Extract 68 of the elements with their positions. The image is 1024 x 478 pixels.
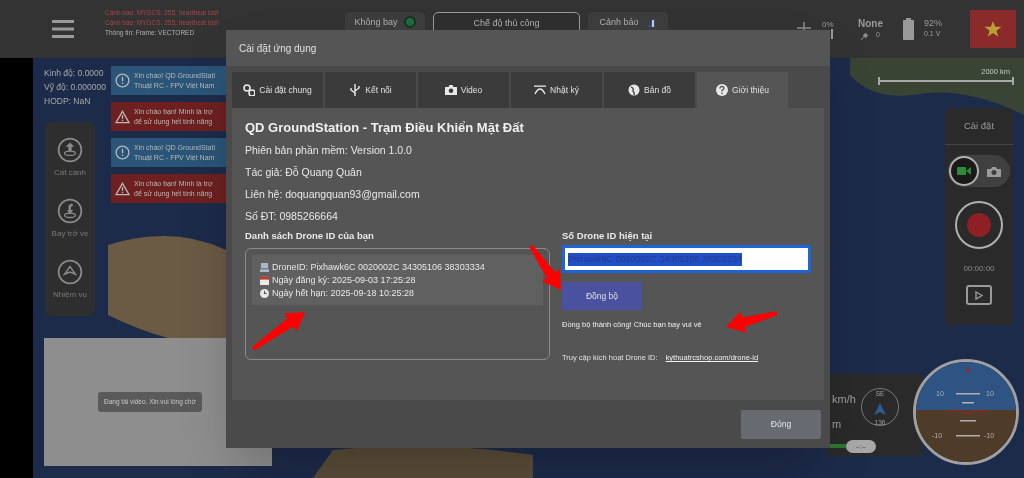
camera-settings-button[interactable]: Cài đặt: [945, 108, 1013, 145]
scale-bar-icon: [878, 77, 1014, 86]
heading-arrow-icon: [874, 402, 886, 415]
gps-fix: None: [858, 17, 883, 30]
tab[interactable]: Bản đồ: [604, 72, 695, 108]
sync-button[interactable]: Đồng bộ: [562, 282, 642, 310]
drone-detail: DroneID: Pixhawk6C 0020002C 34305106 38303334: [272, 261, 485, 273]
plane-icon[interactable]: [57, 258, 83, 285]
info-icon: [115, 145, 130, 160]
video-mode-button[interactable]: [949, 156, 979, 186]
tab[interactable]: Video: [418, 72, 509, 108]
drone-detail: Ngày hết hạn: 2025-09-18 10:25:28: [272, 287, 415, 299]
tab[interactable]: Nhật ký: [511, 72, 602, 108]
clock-icon: [260, 288, 269, 298]
action-button[interactable]: Nhiệm vụ: [53, 258, 87, 301]
star-icon: [984, 20, 1002, 38]
action-button[interactable]: Bay trở về: [51, 198, 89, 240]
curve-icon: [534, 84, 547, 96]
record-button[interactable]: [955, 201, 1003, 249]
takeoff-icon[interactable]: [57, 137, 83, 164]
language-button[interactable]: [970, 10, 1016, 48]
section-title: Số Drone ID hiện tại: [562, 230, 654, 242]
speed-unit: km/h: [832, 392, 856, 407]
status-dot-icon: [403, 16, 416, 28]
info-text: Phiên bản phần mềm: Version 1.0.0: [245, 143, 413, 158]
tab[interactable]: Cài đặt chung: [232, 72, 323, 108]
gears-icon: [243, 84, 256, 96]
globe-icon: [628, 84, 640, 96]
info-text: Số ĐT: 0985266664: [245, 209, 339, 224]
play-icon[interactable]: [975, 290, 983, 300]
info-text: Tác giả: Đỗ Quang Quân: [245, 165, 363, 180]
section-title: Danh sách Drone ID của bạn: [245, 230, 375, 242]
computer-icon: [260, 262, 269, 272]
return-icon[interactable]: [57, 198, 83, 224]
position-reading: Kinh độ: 0.0000: [44, 67, 104, 80]
recording-timer: 00:00:00: [963, 263, 995, 275]
tab[interactable]: Kết nối: [325, 72, 416, 108]
info-icon: [115, 73, 130, 88]
menu-icon[interactable]: [52, 20, 74, 38]
video-camera-icon[interactable]: [957, 166, 971, 176]
info-text: Liên hệ: doquangquan93@gmail.com: [245, 187, 421, 202]
battery-icon: [903, 18, 914, 40]
camera-icon: [444, 84, 457, 96]
usb-icon: [349, 84, 362, 96]
altitude-unit: m: [832, 417, 842, 432]
annotation-arrow: [251, 312, 305, 351]
position-reading: HODP: NaN: [44, 95, 91, 108]
help-icon: [716, 84, 729, 96]
close-button[interactable]: Đóng: [741, 409, 821, 439]
annotation-arrow: [529, 244, 561, 290]
calendar-icon: [260, 275, 269, 285]
playback-button[interactable]: [966, 285, 992, 305]
tab[interactable]: Giới thiệu: [697, 72, 788, 108]
drone-id-card[interactable]: DroneID: Pixhawk6C 0020002C 34305106 38303334 Ngày đăng ký: 2025-09-03 17:25:28 Ngày hết hạn: 2025-09-18 10:25:28: [252, 255, 543, 305]
dialog-title: Cài đặt ứng dụng: [239, 41, 317, 56]
warning-icon: [115, 181, 130, 196]
camera-icon[interactable]: [987, 165, 1001, 177]
drone-detail: Ngày đăng ký: 2025-09-03 17:25:28: [272, 274, 416, 286]
app-heading: QD GroundStation - Trạm Điều Khiển Mặt Đất: [245, 120, 525, 136]
battery-percent: 92%: [924, 18, 942, 30]
alert-icon: [644, 16, 657, 28]
warning-icon: [115, 109, 130, 124]
signal-reading: 0%: [822, 19, 834, 29]
action-button[interactable]: Cất cánh: [54, 137, 86, 180]
record-dot-icon[interactable]: [967, 213, 991, 237]
annotation-arrow: [726, 311, 778, 333]
slider-track-icon: [830, 444, 846, 448]
position-reading: Vỹ độ: 0.000000: [44, 81, 106, 94]
